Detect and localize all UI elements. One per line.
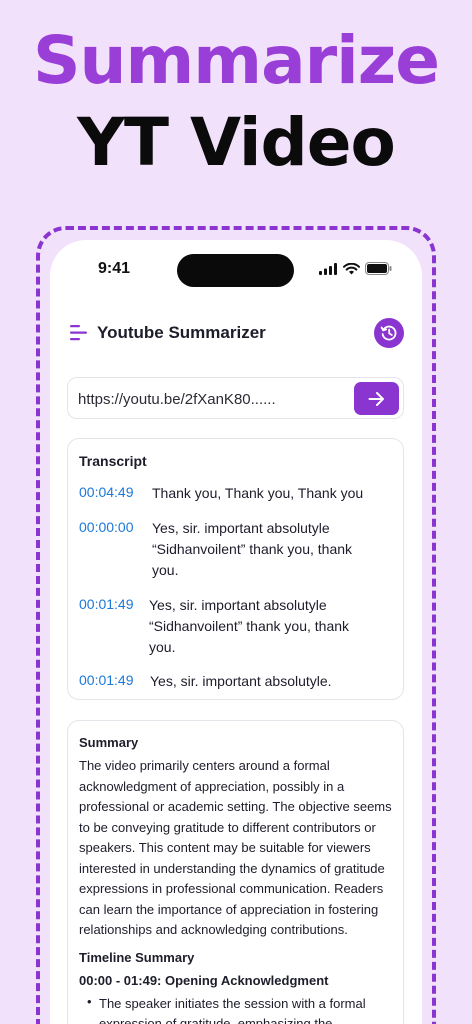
transcript-timestamp[interactable]: 00:01:49 [79, 596, 134, 612]
transcript-text: Thank you, Thank you, Thank you [152, 485, 364, 501]
history-button[interactable] [374, 318, 404, 348]
headline-line-2: YT Video [77, 104, 396, 181]
transcript-text: Yes, sir. important absolutyle [149, 597, 327, 613]
url-input[interactable] [78, 388, 348, 410]
summary-line: professional or academic setting. The ob… [79, 799, 392, 814]
bullet-line: The speaker initiates the session with a… [99, 996, 366, 1011]
transcript-card: Transcript 00:04:49 Thank you, Thank you… [67, 438, 404, 700]
bullet-line: expression of gratitude, emphasizing the [99, 1016, 333, 1024]
history-clock-icon [380, 325, 397, 341]
summary-line: expressions in professional communicatio… [79, 881, 384, 896]
bullet-text: The speaker initiates the session with a… [99, 994, 395, 1024]
summary-title: Summary [79, 735, 139, 750]
summary-text: The video primarily centers around a for… [79, 756, 395, 941]
summary-line: The video primarily centers around a for… [79, 758, 330, 773]
summary-card: Summary The video primarily centers arou… [67, 720, 404, 1024]
signal-icon [319, 262, 337, 275]
summary-line: acknowledgment of appreciation, possibly… [79, 778, 345, 794]
menu-lines-icon[interactable] [70, 324, 90, 342]
timeline-section-title: 00:00 - 01:49: Opening Acknowledgment [79, 973, 329, 988]
transcript-timestamp[interactable]: 00:04:49 [79, 484, 134, 500]
transcript-text: Yes, sir. important absolutyle [152, 520, 330, 536]
status-icons [319, 262, 392, 275]
summary-line: speakers. This content may be suitable f… [79, 840, 371, 855]
transcript-text: you. [152, 562, 179, 578]
bullet-dot: • [87, 994, 92, 1009]
url-bar [67, 377, 404, 419]
dynamic-island [177, 254, 294, 287]
transcript-text: you. [149, 639, 176, 655]
app-title: Youtube Summarizer [97, 323, 266, 342]
summary-line: can learn the importance of appreciation… [79, 901, 379, 917]
phone-screen: 9:41 Youtube Summarizer https://youtu.be… [50, 240, 422, 1024]
status-time: 9:41 [98, 260, 131, 277]
transcript-title: Transcript [79, 453, 147, 469]
battery-icon [365, 262, 392, 275]
wifi-icon [343, 262, 360, 274]
timeline-summary-title: Timeline Summary [79, 950, 195, 965]
app-bar: Youtube Summarizer [50, 318, 422, 350]
headline-line-1: Summarize [33, 22, 440, 99]
go-button[interactable] [354, 382, 399, 415]
summary-line: relationships and acknowledging contribu… [79, 922, 348, 937]
transcript-timestamp[interactable]: 00:01:49 [79, 672, 134, 688]
transcript-timestamp[interactable]: 00:00:00 [79, 519, 134, 535]
transcript-text: “Sidhanvoilent” thank you, thank [149, 618, 350, 634]
transcript-text: Yes, sir. important absolutyle. [150, 673, 332, 689]
status-bar: 9:41 [50, 240, 422, 300]
summary-line: interested in understanding the dynamics… [79, 860, 385, 876]
summary-line: to be conveying gratitude to different c… [79, 819, 376, 835]
transcript-text: “Sidhanvoilent” thank you, thank [152, 541, 353, 557]
arrow-right-icon [368, 391, 384, 406]
